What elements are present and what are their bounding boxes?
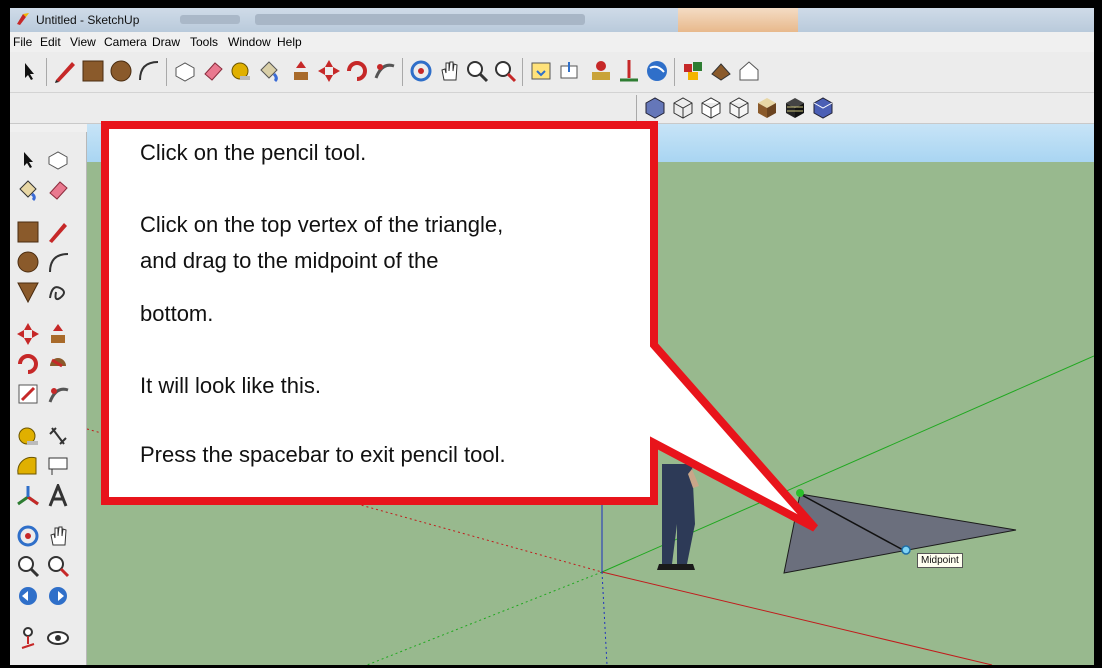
callout-line-3: and drag to the midpoint of the	[140, 248, 439, 273]
sketchup-window: Untitled - SketchUp File Edit View Camer…	[10, 8, 1094, 665]
callout-line-1: Click on the pencil tool.	[140, 140, 367, 165]
callout-line-5: It will look like this.	[140, 373, 321, 398]
midpoint-tooltip: Midpoint	[917, 553, 963, 568]
callout-line-6: Press the spacebar to exit pencil tool.	[140, 442, 506, 467]
callout-line-2: Click on the top vertex of the triangle,	[140, 212, 504, 237]
callout-line-4: bottom.	[140, 301, 214, 326]
